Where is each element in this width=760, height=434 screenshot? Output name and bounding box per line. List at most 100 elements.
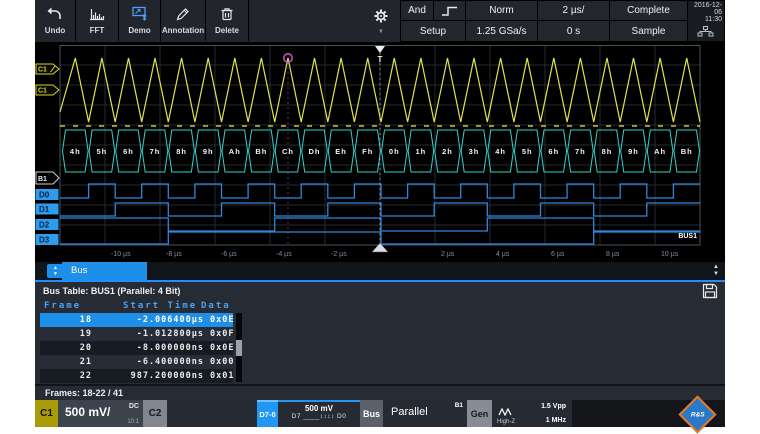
svg-text:T: T: [378, 55, 383, 64]
time-text: 11:30: [688, 16, 722, 23]
bus-table-row[interactable]: 21-6.400000ns0x00: [40, 355, 233, 369]
timebase-position-button[interactable]: 0 s: [537, 20, 610, 42]
settings-gear-button[interactable]: ▼: [371, 8, 391, 38]
svg-text:4 µs: 4 µs: [496, 251, 510, 258]
bus-table-row[interactable]: 22 987.200000ns 0x01: [40, 369, 233, 383]
trigger-edge-button[interactable]: [433, 0, 466, 21]
channel-bar: C1 500 mV/ DC 10:1 C2 D7-0 500 mV D7 ___…: [35, 400, 725, 427]
scrollbar-thumb[interactable]: [236, 340, 242, 356]
undo-button[interactable]: Undo: [35, 0, 76, 41]
annotation-button[interactable]: Annotation: [161, 0, 206, 41]
undo-label: Undo: [45, 26, 65, 36]
c-frame: 22: [40, 371, 92, 381]
delete-label: Delete: [215, 26, 239, 36]
svg-text:-8 µs: -8 µs: [166, 251, 182, 258]
svg-text:-6 µs: -6 µs: [221, 251, 237, 258]
svg-text:9h: 9h: [628, 147, 639, 156]
svg-text:1h: 1h: [416, 147, 427, 156]
svg-text:C1: C1: [38, 67, 47, 74]
c1-channel-info[interactable]: 500 mV/ DC 10:1: [58, 400, 143, 427]
c2-channel-info[interactable]: [167, 400, 257, 427]
column-frame: Frame: [44, 301, 81, 311]
fft-icon: [88, 2, 106, 26]
oscilloscope-screen: Undo FFT Demo Annotation Delete: [35, 0, 725, 427]
c-time: -1.012800µs: [96, 329, 204, 339]
svg-text:-2 µs: -2 µs: [331, 251, 347, 258]
svg-text:8h: 8h: [602, 147, 613, 156]
bus-table-row[interactable]: 18-2.006400µs0x0E: [40, 313, 233, 327]
svg-text:Ah: Ah: [229, 147, 241, 156]
svg-text:Dh: Dh: [309, 147, 321, 156]
svg-text:Ah: Ah: [654, 147, 666, 156]
logic-channel-info[interactable]: 500 mV D7 ____↕↕↕↕ D0: [278, 400, 360, 427]
gen-amplitude: 1.5 Vpp: [541, 403, 566, 410]
result-tabbar: ▲▼ Bus ▲▼: [35, 262, 725, 280]
fft-button[interactable]: FFT: [76, 0, 119, 41]
table-scrollbar[interactable]: [236, 313, 242, 382]
bus-info[interactable]: Parallel B1: [383, 400, 467, 427]
c2-channel-tag[interactable]: C2: [143, 400, 167, 427]
c-time: -8.000000ns: [96, 343, 204, 353]
toolbar: Undo FFT Demo Annotation Delete: [35, 0, 725, 42]
c-frame: 21: [40, 357, 92, 367]
datetime-display: 2016-12-06 11:30: [687, 0, 725, 42]
gear-icon: [373, 8, 389, 24]
demo-icon: [131, 2, 149, 26]
network-icon: [688, 26, 722, 39]
c-time: 987.200000ns: [96, 371, 204, 381]
tab-bus[interactable]: Bus: [62, 262, 147, 280]
bus-badge: B1: [455, 402, 463, 409]
panel-resize-arrows[interactable]: ▲▼: [713, 264, 719, 278]
demo-label: Demo: [128, 26, 150, 36]
svg-text:C1: C1: [38, 88, 47, 95]
sample-rate-button[interactable]: 1.25 GSa/s: [465, 20, 538, 42]
acquisition-status-button[interactable]: Complete: [609, 0, 688, 21]
trigger-mode-button[interactable]: Norm: [465, 0, 538, 21]
logic-scale: 500 mV: [278, 404, 360, 413]
trigger-setup-button[interactable]: Setup: [400, 20, 466, 42]
undo-icon: [46, 2, 64, 26]
gen-info[interactable]: High-Z 1.5 Vpp 1 MHz: [492, 400, 572, 427]
svg-text:-4 µs: -4 µs: [276, 251, 292, 258]
bus-table-row[interactable]: 19-1.012800µs0x0F: [40, 327, 233, 341]
c1-coupling: DC: [129, 403, 139, 410]
svg-text:D3: D3: [39, 236, 50, 245]
trigger-logic-button[interactable]: And: [400, 0, 434, 21]
annotation-label: Annotation: [162, 26, 204, 36]
svg-text:9h: 9h: [203, 147, 214, 156]
svg-text:B1: B1: [38, 176, 47, 183]
save-icon: [702, 283, 718, 299]
logic-channel-tag[interactable]: D7-0: [257, 400, 278, 427]
svg-text:D0: D0: [39, 191, 50, 200]
svg-text:0h: 0h: [389, 147, 400, 156]
gen-tag[interactable]: Gen: [467, 400, 492, 427]
delete-button[interactable]: Delete: [206, 0, 249, 41]
c-data: 0x0E: [210, 343, 234, 353]
svg-text:D1: D1: [39, 205, 50, 214]
svg-text:5h: 5h: [522, 147, 533, 156]
svg-text:3h: 3h: [469, 147, 480, 156]
timebase-scale-button[interactable]: 2 µs/: [537, 0, 610, 21]
c-data: 0x0E: [210, 315, 234, 325]
svg-text:7h: 7h: [575, 147, 586, 156]
frames-status: Frames: 18-22 / 41: [35, 384, 725, 400]
bus-tag[interactable]: Bus: [360, 400, 383, 427]
svg-text:2h: 2h: [442, 147, 453, 156]
gear-dropdown-arrow: ▼: [371, 29, 391, 35]
svg-text:Eh: Eh: [335, 147, 347, 156]
svg-text:4h: 4h: [70, 147, 81, 156]
c-data: 0x01: [210, 371, 234, 381]
demo-button[interactable]: Demo: [119, 0, 161, 41]
bus-table-header: Frame Start Time Data: [35, 301, 725, 313]
waveform-display[interactable]: 4h5h6h7h8h9hAhBhChDhEhFh0h1h2h3h4h5h6h7h…: [35, 42, 725, 262]
svg-text:Bh: Bh: [681, 147, 693, 156]
gen-frequency: 1 MHz: [546, 417, 566, 424]
c-frame: 20: [40, 343, 92, 353]
date-text: 2016-12-06: [688, 2, 722, 16]
rohde-schwarz-logo: R&S: [678, 395, 716, 433]
c-frame: 19: [40, 329, 92, 339]
acquisition-mode-button[interactable]: Sample: [609, 20, 688, 42]
c1-scale: 500 mV/: [65, 405, 110, 419]
bus-table-row[interactable]: 20 -8.000000ns 0x0E: [40, 341, 233, 355]
c1-channel-tag[interactable]: C1: [35, 400, 58, 427]
